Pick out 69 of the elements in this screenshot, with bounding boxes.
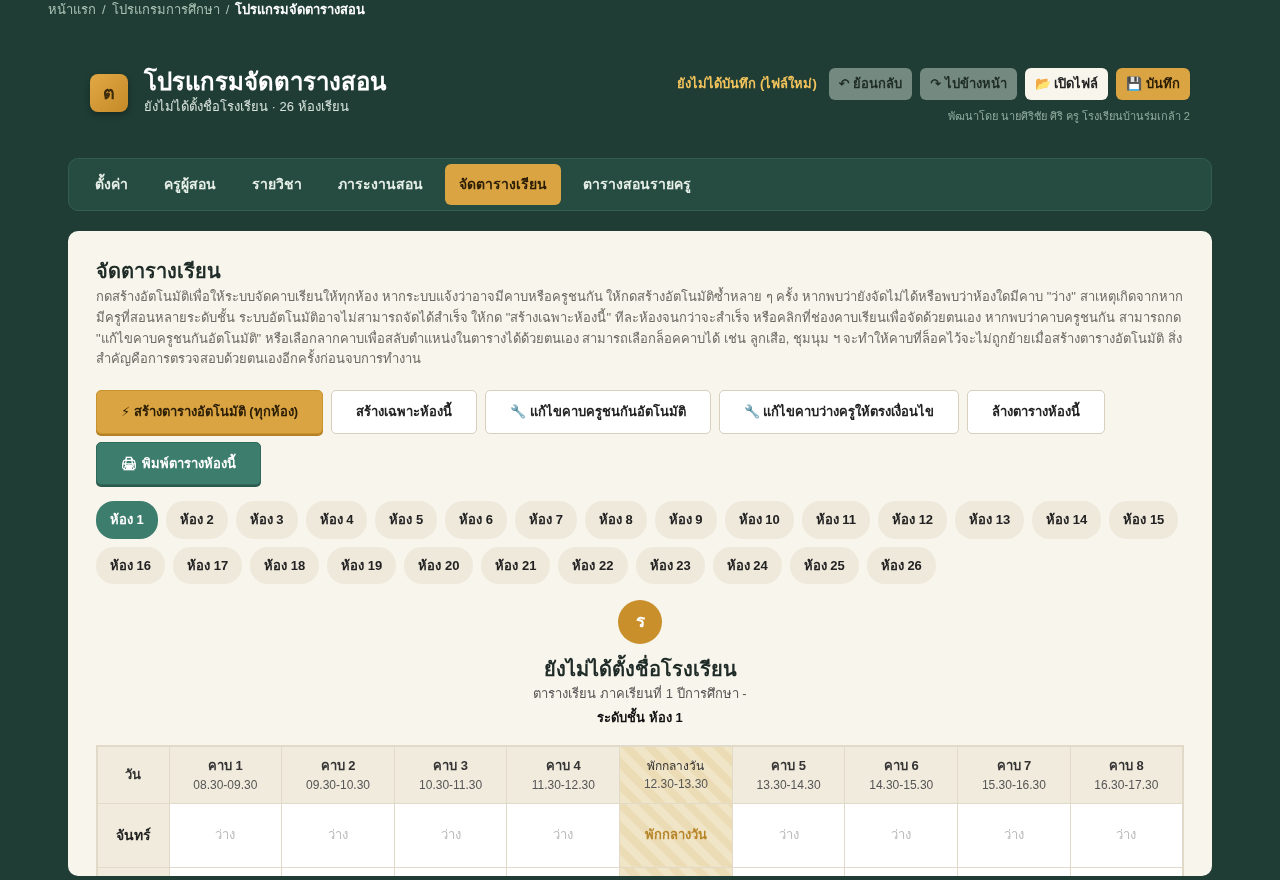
action-button[interactable]: 🔧 แก้ไขคาบครูชนกันอัตโนมัติ — [485, 390, 711, 434]
column-header: คาบ 2 09.30-10.30 — [281, 746, 395, 804]
developer-credit: พัฒนาโดย นายศิริชัย ศิริ ครู โรงเรียนบ้านร่มเกล้า 2 — [946, 108, 1190, 124]
column-header: คาบ 4 11.30-12.30 — [506, 746, 620, 804]
room-tab[interactable]: ห้อง 7 — [515, 501, 577, 539]
room-tab[interactable]: ห้อง 4 — [305, 501, 368, 539]
room-tab[interactable]: ห้อง 3 — [235, 501, 298, 539]
app-logo: ต — [90, 74, 128, 112]
room-tab[interactable]: ห้อง 23 — [635, 546, 705, 585]
room-tab[interactable]: ห้อง 19 — [327, 546, 397, 585]
room-tab[interactable]: ห้อง 6 — [445, 501, 508, 539]
column-header: คาบ 5 13.30-14.30 — [732, 746, 845, 804]
room-tab[interactable]: ห้อง 24 — [712, 546, 782, 585]
room-tab[interactable]: ห้อง 12 — [878, 501, 948, 539]
school-name: ยังไม่ได้ตั้งชื่อโรงเรียน — [96, 654, 1184, 685]
column-header: คาบ 8 16.30-17.30 — [1070, 746, 1183, 804]
day-cell: จันทร์ — [97, 803, 169, 868]
room-tab[interactable]: ห้อง 14 — [1032, 501, 1102, 539]
room-tab[interactable]: ห้อง 21 — [481, 546, 551, 585]
column-header: วัน — [97, 746, 169, 804]
redo-button[interactable]: ↷ ไปข้างหน้า — [920, 68, 1017, 100]
action-button[interactable]: 🔧 แก้ไขคาบว่างครูให้ตรงเงื่อนไข — [718, 390, 960, 434]
panel-description: กดสร้างอัตโนมัติเพื่อให้ระบบจัดคาบเรียนให้ทุกห้อง หากระบบแจ้งว่าอาจมีคาบหรือครูชนกัน ให้กดสร้างอัตโนมัติซ้ำหลาย ๆ ครั้ง หากพบว่ายังจัดไม่ได้หรือพบว่าห้องใดมีคาบ "ว่าง" สาเหตุเกิดจากหากมีครูที่สอนหลายระดับชั้น ระบบอัตโนมัติอาจไม่สามารถจัดได้สำเร็จ ให้กด "สร้างเฉพาะห้องนี้" ทีละห้องจนกว่าจะสำเร็จ หรือคลิกที่ช่องคาบเรียนเพื่อจัดด้วยตนเอง หากพบว่าคาบครูชนกัน สามารถกด "แก้ไขคาบครูชนกันอัตโนมัติ" หรือเลือกลากคาบเพื่อสลับตำแหน่งในตารางได้ด้วยตนเอง สามารถเลือกล็อคคาบได้ เช่น ลูกเสือ, ชุมนุม ฯ จะทำให้คาบที่ล็อคไว้จะไม่ถูกย้ายเมื่อสร้างตารางอัตโนมัติ สิ่งสำคัญคือการตรวจสอบด้วยตนเองอีกครั้งก่อนจบการทำงาน — [96, 287, 1184, 369]
room-tab[interactable]: ห้อง 16 — [96, 546, 166, 585]
room-tab[interactable]: ห้อง 18 — [250, 546, 320, 585]
room-tab[interactable]: ห้อง 8 — [584, 501, 647, 539]
action-button[interactable]: 🖨 พิมพ์ตารางห้องนี้ — [96, 441, 261, 486]
app-title: โปรแกรมจัดตารางสอน — [144, 68, 386, 97]
room-tab[interactable]: ห้อง 25 — [789, 546, 859, 585]
breadcrumb-link[interactable]: หน้าแรก — [48, 0, 96, 30]
room-tab[interactable]: ห้อง 1 — [96, 501, 158, 539]
undo-button[interactable]: ↶ ย้อนกลับ — [828, 68, 913, 100]
tab[interactable]: รายวิชา — [238, 164, 316, 205]
room-tab[interactable]: ห้อง 13 — [955, 501, 1025, 539]
save-button[interactable]: 💾 บันทึก — [1116, 68, 1190, 100]
column-header: คาบ 6 14.30-15.30 — [844, 746, 958, 804]
room-tab[interactable]: ห้อง 11 — [801, 501, 871, 539]
room-tab[interactable]: ห้อง 15 — [1109, 501, 1179, 539]
action-button[interactable]: ล้างตารางห้องนี้ — [967, 390, 1106, 434]
tab[interactable]: ครูผู้สอน — [150, 164, 230, 205]
room-tab[interactable]: ห้อง 17 — [173, 546, 243, 585]
break-cell: พักกลางวัน — [619, 803, 733, 868]
tab[interactable]: ภาระงานสอน — [324, 164, 437, 205]
class-level: ระดับชั้น ห้อง 1 — [596, 707, 684, 727]
room-tab[interactable]: ห้อง 2 — [165, 501, 228, 539]
room-tab[interactable]: ห้อง 20 — [404, 546, 474, 585]
room-tab[interactable]: ห้อง 22 — [558, 546, 628, 585]
room-tab[interactable]: ห้อง 26 — [866, 546, 936, 585]
panel-title: จัดตารางเรียน — [96, 259, 222, 283]
breadcrumb-link[interactable]: โปรแกรมการศึกษา — [111, 0, 220, 30]
app-subtitle: ยังไม่ได้ตั้งชื่อโรงเรียน · 26 ห้องเรียน — [144, 96, 350, 116]
column-header: คาบ 7 15.30-16.30 — [957, 746, 1071, 804]
column-header: คาบ 1 08.30-09.30 — [169, 746, 282, 804]
column-header: พักกลางวัน 12.30-13.30 — [619, 746, 733, 804]
room-tab[interactable]: ห้อง 5 — [375, 501, 438, 539]
save-status: ยังไม่ได้บันทึก (ไฟล์ใหม่) — [677, 74, 817, 93]
breadcrumb-separator: / — [225, 1, 230, 19]
action-button[interactable]: ⚡ สร้างตารางอัตโนมัติ (ทุกห้อง) — [96, 390, 323, 434]
column-header: คาบ 3 10.30-11.30 — [394, 746, 507, 804]
tab[interactable]: ตารางสอนรายครู — [569, 164, 705, 205]
action-button[interactable]: สร้างเฉพาะห้องนี้ — [331, 390, 477, 434]
term-text: ตารางเรียน ภาคเรียนที่ 1 ปีการศึกษา - — [532, 684, 748, 704]
tab[interactable]: ตั้งค่า — [81, 164, 142, 205]
room-tab[interactable]: ห้อง 10 — [724, 501, 794, 539]
room-tab[interactable]: ห้อง 9 — [654, 501, 717, 539]
tab[interactable]: จัดตารางเรียน — [445, 164, 561, 205]
open-file-button[interactable]: 📂 เปิดไฟล์ — [1024, 68, 1109, 100]
breadcrumb-separator: / — [102, 1, 106, 19]
school-badge: ร — [618, 600, 662, 645]
